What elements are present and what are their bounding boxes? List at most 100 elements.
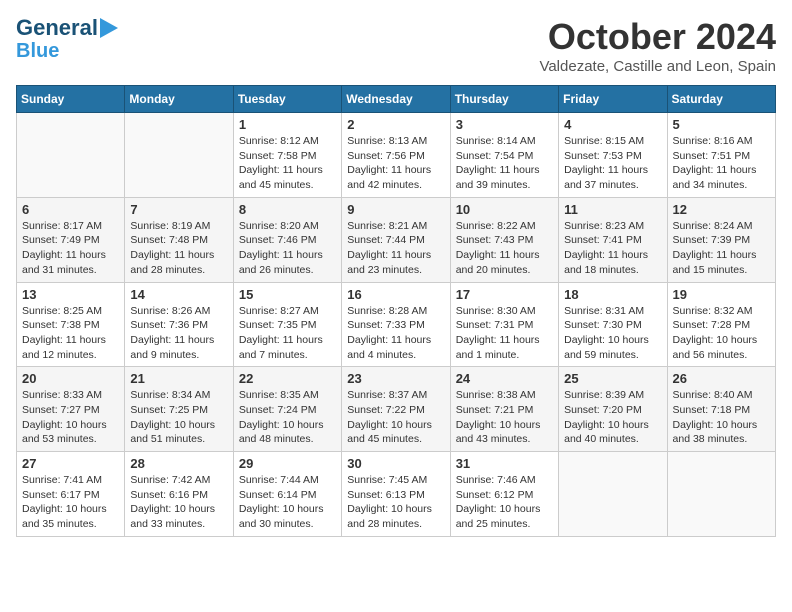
calendar-cell: 27 Sunrise: 7:41 AM Sunset: 6:17 PM Dayli… <box>17 452 125 537</box>
day-number: 15 <box>239 287 336 302</box>
calendar-cell: 14 Sunrise: 8:26 AM Sunset: 7:36 PM Dayli… <box>125 282 233 367</box>
cell-content: Sunrise: 8:21 AM Sunset: 7:44 PM Dayligh… <box>347 219 444 278</box>
cell-content: Sunrise: 8:13 AM Sunset: 7:56 PM Dayligh… <box>347 134 444 193</box>
day-number: 19 <box>673 287 770 302</box>
day-number: 10 <box>456 202 553 217</box>
day-number: 31 <box>456 456 553 471</box>
cell-content: Sunrise: 7:44 AM Sunset: 6:14 PM Dayligh… <box>239 473 336 532</box>
day-number: 20 <box>22 371 119 386</box>
calendar-cell: 31 Sunrise: 7:46 AM Sunset: 6:12 PM Dayli… <box>450 452 558 537</box>
calendar-cell: 26Sunrise: 8:40 AM Sunset: 7:18 PM Dayli… <box>667 367 775 452</box>
day-number: 16 <box>347 287 444 302</box>
calendar-cell: 21 Sunrise: 8:34 AM Sunset: 7:25 PM Dayli… <box>125 367 233 452</box>
cell-content: Sunrise: 8:34 AM Sunset: 7:25 PM Dayligh… <box>130 388 227 447</box>
day-number: 11 <box>564 202 661 217</box>
day-number: 6 <box>22 202 119 217</box>
day-number: 18 <box>564 287 661 302</box>
calendar-cell <box>17 113 125 198</box>
cell-content: Sunrise: 8:39 AM Sunset: 7:20 PM Dayligh… <box>564 388 661 447</box>
day-number: 29 <box>239 456 336 471</box>
cell-content: Sunrise: 8:35 AM Sunset: 7:24 PM Dayligh… <box>239 388 336 447</box>
logo-text: General <box>16 16 98 40</box>
day-number: 1 <box>239 117 336 132</box>
cell-content: Sunrise: 7:41 AM Sunset: 6:17 PM Dayligh… <box>22 473 119 532</box>
cell-content: Sunrise: 8:38 AM Sunset: 7:21 PM Dayligh… <box>456 388 553 447</box>
calendar-cell: 3Sunrise: 8:14 AM Sunset: 7:54 PM Daylig… <box>450 113 558 198</box>
logo-arrow-icon <box>100 18 118 38</box>
cell-content: Sunrise: 8:16 AM Sunset: 7:51 PM Dayligh… <box>673 134 770 193</box>
cell-content: Sunrise: 8:37 AM Sunset: 7:22 PM Dayligh… <box>347 388 444 447</box>
day-number: 23 <box>347 371 444 386</box>
cell-content: Sunrise: 7:42 AM Sunset: 6:16 PM Dayligh… <box>130 473 227 532</box>
header-row: SundayMondayTuesdayWednesdayThursdayFrid… <box>17 86 776 113</box>
cell-content: Sunrise: 8:14 AM Sunset: 7:54 PM Dayligh… <box>456 134 553 193</box>
day-number: 14 <box>130 287 227 302</box>
day-number: 27 <box>22 456 119 471</box>
calendar-cell: 2 Sunrise: 8:13 AM Sunset: 7:56 PM Daylig… <box>342 113 450 198</box>
calendar-cell: 23 Sunrise: 8:37 AM Sunset: 7:22 PM Dayli… <box>342 367 450 452</box>
calendar-cell: 25 Sunrise: 8:39 AM Sunset: 7:20 PM Dayli… <box>559 367 667 452</box>
calendar-cell: 4Sunrise: 8:15 AM Sunset: 7:53 PM Daylig… <box>559 113 667 198</box>
calendar-cell: 19 Sunrise: 8:32 AM Sunset: 7:28 PM Dayli… <box>667 282 775 367</box>
calendar-cell: 22Sunrise: 8:35 AM Sunset: 7:24 PM Dayli… <box>233 367 341 452</box>
calendar-cell: 10 Sunrise: 8:22 AM Sunset: 7:43 PM Dayli… <box>450 197 558 282</box>
page-subtitle: Valdezate, Castille and Leon, Spain <box>539 58 776 75</box>
calendar-cell: 18 Sunrise: 8:31 AM Sunset: 7:30 PM Dayli… <box>559 282 667 367</box>
calendar-table: SundayMondayTuesdayWednesdayThursdayFrid… <box>16 85 776 537</box>
day-number: 7 <box>130 202 227 217</box>
cell-content: Sunrise: 8:31 AM Sunset: 7:30 PM Dayligh… <box>564 304 661 363</box>
day-number: 25 <box>564 371 661 386</box>
day-number: 26 <box>673 371 770 386</box>
calendar-row-1: 6 Sunrise: 8:17 AM Sunset: 7:49 PM Daylig… <box>17 197 776 282</box>
page-title: October 2024 <box>539 16 776 58</box>
calendar-cell: 9 Sunrise: 8:21 AM Sunset: 7:44 PM Daylig… <box>342 197 450 282</box>
day-number: 28 <box>130 456 227 471</box>
calendar-cell: 17Sunrise: 8:30 AM Sunset: 7:31 PM Dayli… <box>450 282 558 367</box>
logo-blue-text: Blue <box>16 40 59 62</box>
day-number: 5 <box>673 117 770 132</box>
day-number: 13 <box>22 287 119 302</box>
cell-content: Sunrise: 7:45 AM Sunset: 6:13 PM Dayligh… <box>347 473 444 532</box>
calendar-cell: 13 Sunrise: 8:25 AM Sunset: 7:38 PM Dayli… <box>17 282 125 367</box>
calendar-row-2: 13 Sunrise: 8:25 AM Sunset: 7:38 PM Dayli… <box>17 282 776 367</box>
calendar-cell <box>559 452 667 537</box>
calendar-header: SundayMondayTuesdayWednesdayThursdayFrid… <box>17 86 776 113</box>
cell-content: Sunrise: 8:25 AM Sunset: 7:38 PM Dayligh… <box>22 304 119 363</box>
col-header-thursday: Thursday <box>450 86 558 113</box>
col-header-monday: Monday <box>125 86 233 113</box>
calendar-cell: 6 Sunrise: 8:17 AM Sunset: 7:49 PM Daylig… <box>17 197 125 282</box>
calendar-cell: 5 Sunrise: 8:16 AM Sunset: 7:51 PM Daylig… <box>667 113 775 198</box>
day-number: 2 <box>347 117 444 132</box>
logo: General Blue <box>16 16 118 62</box>
cell-content: Sunrise: 8:24 AM Sunset: 7:39 PM Dayligh… <box>673 219 770 278</box>
col-header-wednesday: Wednesday <box>342 86 450 113</box>
calendar-row-3: 20Sunrise: 8:33 AM Sunset: 7:27 PM Dayli… <box>17 367 776 452</box>
day-number: 21 <box>130 371 227 386</box>
calendar-cell: 20Sunrise: 8:33 AM Sunset: 7:27 PM Dayli… <box>17 367 125 452</box>
title-block: October 2024 Valdezate, Castille and Leo… <box>539 16 776 75</box>
day-number: 9 <box>347 202 444 217</box>
col-header-tuesday: Tuesday <box>233 86 341 113</box>
day-number: 17 <box>456 287 553 302</box>
calendar-cell: 8 Sunrise: 8:20 AM Sunset: 7:46 PM Daylig… <box>233 197 341 282</box>
calendar-cell <box>125 113 233 198</box>
calendar-cell: 7Sunrise: 8:19 AM Sunset: 7:48 PM Daylig… <box>125 197 233 282</box>
calendar-cell: 11Sunrise: 8:23 AM Sunset: 7:41 PM Dayli… <box>559 197 667 282</box>
cell-content: Sunrise: 8:20 AM Sunset: 7:46 PM Dayligh… <box>239 219 336 278</box>
cell-content: Sunrise: 8:32 AM Sunset: 7:28 PM Dayligh… <box>673 304 770 363</box>
calendar-cell <box>667 452 775 537</box>
day-number: 12 <box>673 202 770 217</box>
calendar-cell: 24Sunrise: 8:38 AM Sunset: 7:21 PM Dayli… <box>450 367 558 452</box>
day-number: 8 <box>239 202 336 217</box>
calendar-body: 1Sunrise: 8:12 AM Sunset: 7:58 PM Daylig… <box>17 113 776 537</box>
calendar-cell: 12 Sunrise: 8:24 AM Sunset: 7:39 PM Dayli… <box>667 197 775 282</box>
cell-content: Sunrise: 8:17 AM Sunset: 7:49 PM Dayligh… <box>22 219 119 278</box>
cell-content: Sunrise: 8:26 AM Sunset: 7:36 PM Dayligh… <box>130 304 227 363</box>
cell-content: Sunrise: 8:28 AM Sunset: 7:33 PM Dayligh… <box>347 304 444 363</box>
calendar-cell: 1Sunrise: 8:12 AM Sunset: 7:58 PM Daylig… <box>233 113 341 198</box>
calendar-cell: 28 Sunrise: 7:42 AM Sunset: 6:16 PM Dayli… <box>125 452 233 537</box>
cell-content: Sunrise: 8:22 AM Sunset: 7:43 PM Dayligh… <box>456 219 553 278</box>
page-header: General Blue October 2024 Valdezate, Cas… <box>16 16 776 75</box>
day-number: 4 <box>564 117 661 132</box>
cell-content: Sunrise: 7:46 AM Sunset: 6:12 PM Dayligh… <box>456 473 553 532</box>
